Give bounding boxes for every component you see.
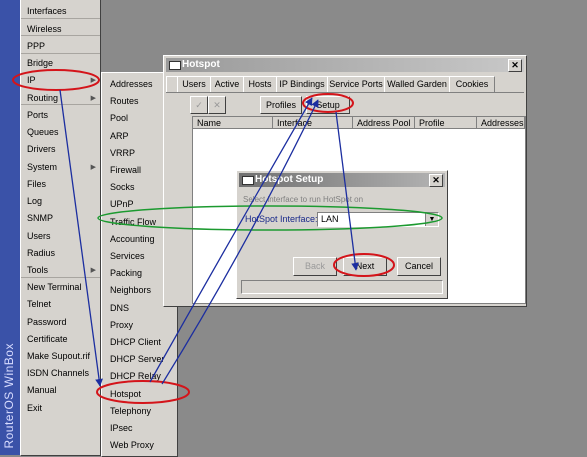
next-button[interactable]: Next — [343, 257, 387, 276]
disable-icon[interactable]: ✕ — [208, 96, 226, 114]
menu-item-users[interactable]: Users — [21, 228, 100, 245]
tab-hosts[interactable]: Hosts — [243, 76, 277, 92]
menu-item-label: Make Supout.rif — [27, 351, 91, 361]
menu-item-make-supout-rif[interactable]: Make Supout.rif — [21, 348, 100, 365]
menu-item-label: Interfaces — [27, 6, 67, 16]
brand-label: RouterOS WinBox — [2, 343, 16, 449]
tab-service-ports[interactable]: Service Ports — [327, 76, 385, 92]
window-icon — [169, 61, 181, 70]
menu-item-ip[interactable]: IP ▶ — [21, 72, 100, 89]
submenu-arrow-icon: ▶ — [90, 77, 96, 84]
menu-item-label: Bridge — [27, 58, 54, 68]
column-header-address-pool[interactable]: Address Pool — [353, 117, 415, 129]
submenu-item-telephony[interactable]: Telephony — [102, 403, 177, 420]
menu-item-label: Radius — [27, 248, 56, 258]
menu-item-exit[interactable]: Exit — [21, 400, 100, 417]
close-icon[interactable]: ✕ — [429, 174, 443, 187]
menu-item-certificate[interactable]: Certificate — [21, 331, 100, 348]
status-bar — [241, 280, 443, 294]
hotspot-interface-label: HotSpot Interface: — [245, 214, 318, 224]
menu-item-drivers[interactable]: Drivers — [21, 141, 100, 158]
main-menu: Interfaces Wireless PPP Bridge IP ▶ Routing ▶ Po… — [20, 0, 101, 456]
menu-item-label: Password — [27, 317, 67, 327]
menu-item-label: SNMP — [27, 213, 54, 223]
hotspot-title: Hotspot — [182, 59, 220, 70]
column-header-addresses[interactable]: Addresses — [477, 117, 525, 129]
menu-item-log[interactable]: Log — [21, 193, 100, 210]
hotspot-interface-value: LAN — [321, 214, 339, 224]
close-icon[interactable]: ✕ — [508, 59, 522, 72]
menu-item-label: Ports — [27, 110, 49, 120]
menu-divider — [21, 18, 100, 19]
menu-divider — [21, 53, 100, 54]
menu-item-files[interactable]: Files — [21, 176, 100, 193]
menu-item-label: Manual — [27, 385, 57, 395]
menu-item-isdn-channels[interactable]: ISDN Channels — [21, 365, 100, 382]
menu-item-manual[interactable]: Manual — [21, 382, 100, 399]
menu-item-label: Log — [27, 196, 43, 206]
column-header-profile[interactable]: Profile — [415, 117, 477, 129]
brand-strip: RouterOS WinBox — [0, 0, 20, 455]
submenu-item-dhcp-client[interactable]: DHCP Client — [102, 334, 177, 351]
tab-ip-bindings[interactable]: IP Bindings — [276, 76, 328, 92]
submenu-item-hotspot[interactable]: Hotspot — [102, 386, 177, 403]
submenu-item-dhcp-relay[interactable]: DHCP Relay — [102, 368, 177, 385]
column-header-name[interactable]: Name — [193, 117, 273, 129]
column-header-interface[interactable]: Interface — [273, 117, 353, 129]
menu-item-radius[interactable]: Radius — [21, 245, 100, 262]
menu-item-label: System — [27, 162, 58, 172]
menu-item-telnet[interactable]: Telnet — [21, 296, 100, 313]
submenu-item-ipsec[interactable]: IPsec — [102, 420, 177, 437]
menu-item-label: Certificate — [27, 334, 68, 344]
back-button[interactable]: Back — [293, 257, 337, 276]
menu-item-label: Telnet — [27, 299, 52, 309]
menu-item-bridge[interactable]: Bridge — [21, 55, 100, 72]
menu-item-password[interactable]: Password — [21, 314, 100, 331]
enable-icon[interactable]: ✓ — [190, 96, 208, 114]
hotspot-setup-dialog: Hotspot Setup ✕ Select interface to run … — [236, 170, 448, 299]
menu-item-label: Files — [27, 179, 47, 189]
tab-divider — [166, 92, 524, 93]
menu-item-new-terminal[interactable]: New Terminal — [21, 279, 100, 296]
menu-divider — [21, 277, 100, 278]
setup-title: Hotspot Setup — [255, 174, 324, 185]
menu-item-label: PPP — [27, 41, 46, 51]
menu-divider — [21, 35, 100, 36]
menu-item-label: Drivers — [27, 144, 56, 154]
menu-item-label: ISDN Channels — [27, 368, 90, 378]
setup-hint: Select interface to run HotSpot on — [243, 195, 364, 204]
menu-item-label: New Terminal — [27, 282, 82, 292]
menu-item-label: IP — [27, 75, 36, 85]
menu-item-label: Exit — [27, 403, 43, 413]
window-icon — [242, 176, 254, 185]
menu-item-label: Tools — [27, 265, 49, 275]
cancel-button[interactable]: Cancel — [397, 257, 441, 276]
menu-item-ports[interactable]: Ports — [21, 107, 100, 124]
menu-item-label: Routing — [27, 93, 59, 103]
menu-item-snmp[interactable]: SNMP — [21, 210, 100, 227]
menu-item-system[interactable]: System ▶ — [21, 159, 100, 176]
submenu-arrow-icon: ▶ — [90, 164, 96, 171]
profiles-button[interactable]: Profiles — [260, 96, 302, 114]
tab-users[interactable]: Users — [177, 76, 211, 92]
tab-active[interactable]: Active — [210, 76, 244, 92]
setup-button[interactable]: Setup — [306, 96, 350, 114]
menu-item-label: Wireless — [27, 24, 62, 34]
hotspot-titlebar[interactable]: Hotspot ✕ — [166, 58, 524, 72]
setup-titlebar[interactable]: Hotspot Setup ✕ — [239, 173, 445, 187]
submenu-item-proxy[interactable]: Proxy — [102, 317, 177, 334]
hotspot-interface-select[interactable]: LAN ▼ — [317, 212, 439, 227]
chevron-down-icon[interactable]: ▼ — [425, 213, 438, 226]
menu-item-label: Queues — [27, 127, 59, 137]
menu-divider — [21, 104, 100, 105]
menu-item-label: Users — [27, 231, 51, 241]
menu-item-queues[interactable]: Queues — [21, 124, 100, 141]
submenu-item-dhcp-server[interactable]: DHCP Server — [102, 351, 177, 368]
submenu-item-web-proxy[interactable]: Web Proxy — [102, 437, 177, 454]
tab-walled-garden[interactable]: Walled Garden — [384, 76, 450, 92]
tab-cookies[interactable]: Cookies — [449, 76, 495, 92]
